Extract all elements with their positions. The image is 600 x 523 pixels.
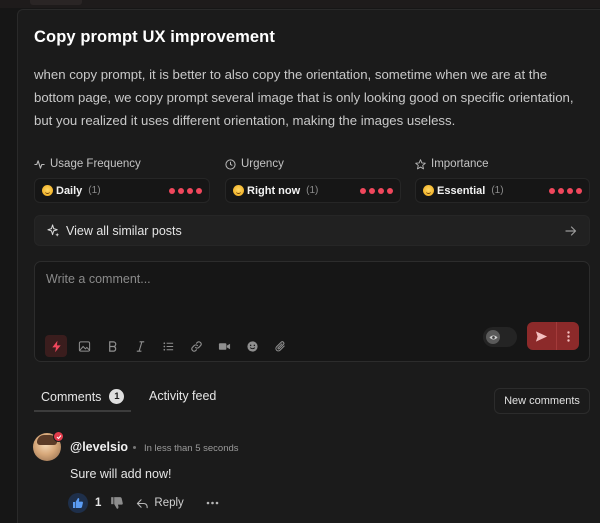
comment-author[interactable]: @levelsio — [70, 440, 128, 454]
comment-actions: 1 Reply — [68, 493, 219, 513]
more-horizontal-icon[interactable] — [206, 501, 219, 505]
importance-count: (1) — [491, 185, 504, 196]
like-button[interactable] — [68, 493, 88, 513]
tab-comments-label: Comments — [41, 389, 102, 404]
bolt-button[interactable] — [45, 335, 67, 357]
comment-composer[interactable]: Write a comment... — [34, 261, 590, 362]
comment-input-placeholder[interactable]: Write a comment... — [46, 272, 151, 286]
link-icon — [190, 340, 202, 352]
usage-frequency-level — [169, 187, 202, 194]
send-options-button[interactable] — [557, 322, 579, 350]
image-button[interactable] — [73, 335, 95, 357]
send-icon — [535, 330, 548, 342]
star-icon — [415, 158, 426, 169]
top-strip-tab — [30, 0, 82, 5]
meta-separator — [133, 446, 136, 449]
thumbs-up-icon — [73, 498, 83, 508]
verified-badge-icon — [53, 431, 64, 442]
composer-toolbar — [45, 335, 297, 357]
urgency-level — [360, 187, 393, 194]
importance-value: Essential — [437, 184, 486, 197]
list-button[interactable] — [157, 335, 179, 357]
activity-icon — [34, 159, 45, 169]
active-tab-indicator — [34, 410, 131, 412]
arrow-right-icon — [565, 225, 577, 236]
video-icon — [218, 342, 230, 350]
urgency-value: Right now — [247, 184, 301, 197]
urgency-select[interactable]: Right now (1) — [225, 178, 401, 203]
comment-body: Sure will add now! — [70, 467, 172, 481]
attachment-icon — [274, 340, 285, 351]
tab-activity-feed[interactable]: Activity feed — [149, 389, 216, 403]
grin-emoji-icon — [42, 185, 53, 196]
urgency-count: (1) — [306, 185, 319, 196]
grin-emoji-icon — [423, 185, 434, 196]
emoji-icon — [246, 340, 258, 352]
comment-timestamp: In less than 5 seconds — [144, 443, 239, 454]
usage-frequency-label: Usage Frequency — [34, 158, 141, 170]
send-button[interactable] — [527, 322, 557, 350]
importance-level — [549, 187, 582, 194]
visibility-toggle[interactable] — [483, 327, 517, 347]
grin-emoji-icon — [233, 185, 244, 196]
bolt-icon — [51, 340, 61, 352]
usage-frequency-label-text: Usage Frequency — [50, 158, 141, 170]
image-icon — [78, 340, 90, 352]
reply-button[interactable]: Reply — [136, 497, 184, 510]
bold-icon — [108, 340, 116, 352]
more-vertical-icon — [566, 330, 570, 342]
thumbs-down-icon[interactable] — [110, 496, 124, 510]
post-title: Copy prompt UX improvement — [34, 28, 275, 46]
importance-select[interactable]: Essential (1) — [415, 178, 590, 203]
italic-icon — [136, 340, 144, 352]
view-similar-posts-label: View all similar posts — [66, 223, 182, 238]
reply-label: Reply — [154, 497, 184, 509]
tab-comments[interactable]: Comments 1 — [41, 389, 125, 404]
clock-icon — [225, 158, 236, 170]
usage-frequency-value: Daily — [56, 184, 83, 197]
eye-icon — [486, 330, 500, 344]
importance-label: Importance — [415, 158, 489, 170]
urgency-label-text: Urgency — [241, 158, 284, 170]
post-description: when copy prompt, it is better to also c… — [34, 67, 574, 128]
emoji-button[interactable] — [241, 335, 263, 357]
italic-button[interactable] — [129, 335, 151, 357]
urgency-label: Urgency — [225, 158, 284, 170]
video-button[interactable] — [213, 335, 235, 357]
comments-count-badge: 1 — [109, 389, 125, 404]
importance-label-text: Importance — [431, 158, 489, 170]
sparkles-icon — [47, 224, 60, 237]
link-button[interactable] — [185, 335, 207, 357]
like-count: 1 — [95, 497, 102, 509]
list-icon — [162, 341, 173, 351]
bold-button[interactable] — [101, 335, 123, 357]
new-comments-button[interactable]: New comments — [494, 388, 590, 414]
send-button-group — [527, 322, 579, 350]
reply-icon — [137, 498, 149, 508]
top-strip — [0, 0, 600, 8]
tab-activity-feed-label: Activity feed — [149, 389, 217, 403]
attachment-button[interactable] — [269, 335, 291, 357]
usage-frequency-count: (1) — [88, 185, 101, 196]
view-similar-posts-button[interactable]: View all similar posts — [34, 215, 590, 246]
usage-frequency-select[interactable]: Daily (1) — [34, 178, 210, 203]
